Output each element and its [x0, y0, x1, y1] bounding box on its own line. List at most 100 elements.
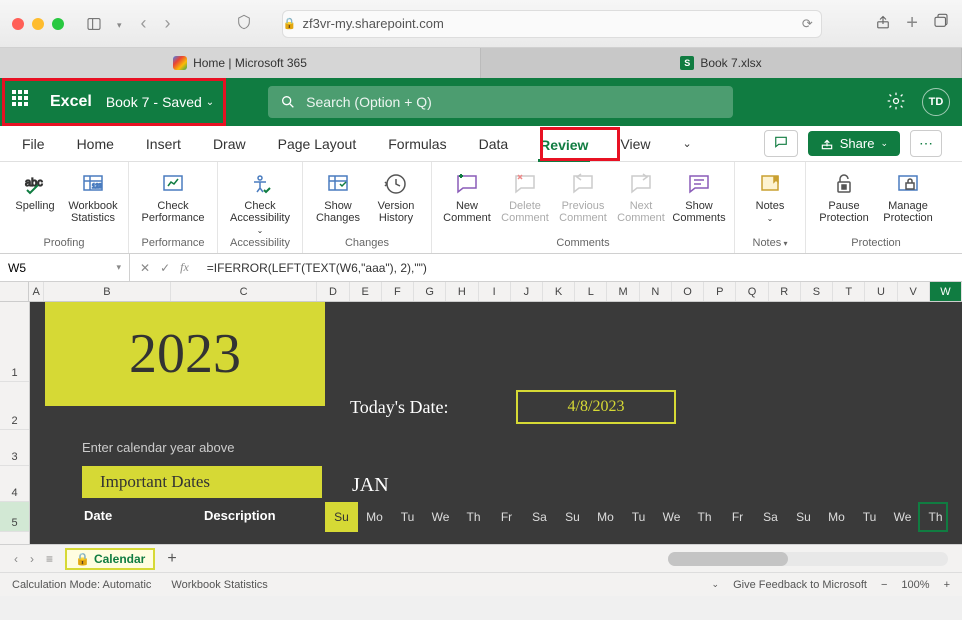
cell-area[interactable]: 2023 Today's Date: 4/8/2023 Enter calend…	[30, 302, 962, 544]
row-header[interactable]: 4	[0, 466, 29, 502]
row-header[interactable]: 2	[0, 382, 29, 430]
col-header[interactable]: T	[833, 282, 865, 301]
search-bar[interactable]	[268, 86, 733, 118]
show-changes-button[interactable]: Show Changes	[311, 166, 365, 235]
accept-formula-icon[interactable]: ✓	[160, 261, 170, 275]
back-button[interactable]: ‹	[134, 13, 154, 34]
col-header[interactable]: K	[543, 282, 575, 301]
tab-data[interactable]: Data	[477, 132, 511, 156]
row-header[interactable]: 1	[0, 302, 29, 382]
day-header[interactable]: Th	[688, 502, 721, 532]
day-header[interactable]: We	[655, 502, 688, 532]
col-header[interactable]: J	[511, 282, 543, 301]
col-header[interactable]: F	[382, 282, 414, 301]
share-icon[interactable]	[874, 12, 892, 35]
tab-page-layout[interactable]: Page Layout	[276, 132, 359, 156]
col-header[interactable]: D	[317, 282, 349, 301]
day-header[interactable]: Sa	[754, 502, 787, 532]
feedback-link[interactable]: Give Feedback to Microsoft	[733, 579, 867, 591]
maximize-window[interactable]	[52, 18, 64, 30]
pause-protection-button[interactable]: Pause Protection	[814, 166, 874, 235]
comments-pane-toggle[interactable]	[764, 130, 798, 157]
col-header[interactable]: H	[446, 282, 478, 301]
version-history-button[interactable]: Version History	[369, 166, 423, 235]
cancel-formula-icon[interactable]: ✕	[140, 261, 150, 275]
col-header[interactable]: A	[29, 282, 44, 301]
col-header[interactable]: M	[607, 282, 639, 301]
search-input[interactable]	[306, 94, 487, 110]
horizontal-scrollbar[interactable]	[668, 552, 948, 566]
col-header[interactable]: V	[898, 282, 930, 301]
col-header[interactable]: C	[171, 282, 317, 301]
workbook-stats-button[interactable]: 123 Workbook Statistics	[66, 166, 120, 235]
tab-home[interactable]: Home	[75, 132, 116, 156]
day-header[interactable]: Mo	[589, 502, 622, 532]
check-performance-button[interactable]: Check Performance	[137, 166, 209, 235]
day-header[interactable]: Sa	[523, 502, 556, 532]
tab-formulas[interactable]: Formulas	[386, 132, 448, 156]
settings-icon[interactable]	[886, 91, 906, 114]
document-title[interactable]: Book 7 - Saved ⌄	[106, 94, 214, 110]
tab-view[interactable]: View	[618, 132, 652, 156]
day-header[interactable]: Mo	[358, 502, 391, 532]
browser-tab-book7[interactable]: S Book 7.xlsx	[481, 48, 962, 78]
manage-protection-button[interactable]: Manage Protection	[878, 166, 938, 235]
share-button[interactable]: Share ⌄	[808, 131, 900, 156]
day-header[interactable]: Fr	[490, 502, 523, 532]
new-comment-button[interactable]: New Comment	[440, 166, 494, 235]
address-bar[interactable]: 🔒 zf3vr-my.sharepoint.com ⟳	[282, 10, 822, 38]
tab-review[interactable]: Review	[538, 133, 590, 162]
chevron-down-icon[interactable]: ⌄	[712, 579, 720, 590]
col-header[interactable]: P	[704, 282, 736, 301]
add-sheet-button[interactable]: +	[167, 550, 176, 568]
calc-mode[interactable]: Calculation Mode: Automatic	[12, 579, 151, 591]
ribbon-overflow[interactable]: ⋯	[910, 130, 942, 157]
day-header[interactable]: Su	[325, 502, 358, 532]
forward-button[interactable]: ›	[158, 13, 178, 34]
all-sheets-icon[interactable]: ≡	[46, 552, 53, 566]
tab-more[interactable]: ⌄	[681, 133, 694, 154]
col-header-active[interactable]: W	[930, 282, 962, 301]
day-header[interactable]: Mo	[820, 502, 853, 532]
new-tab-icon[interactable]: +	[906, 12, 918, 35]
day-header[interactable]: Su	[787, 502, 820, 532]
col-header[interactable]: I	[479, 282, 511, 301]
formula-input[interactable]: =IFERROR(LEFT(TEXT(W6,"aaa"), 2),"")	[199, 261, 962, 275]
group-label[interactable]: Notes	[743, 235, 797, 251]
day-header[interactable]: Fr	[721, 502, 754, 532]
select-all-corner[interactable]	[0, 282, 29, 301]
zoom-level[interactable]: 100%	[901, 579, 929, 591]
col-header[interactable]: B	[44, 282, 171, 301]
col-header[interactable]: E	[350, 282, 382, 301]
year-cell[interactable]: 2023	[45, 302, 325, 406]
close-window[interactable]	[12, 18, 24, 30]
check-accessibility-button[interactable]: Check Accessibility ⌄	[226, 166, 294, 235]
col-header[interactable]: Q	[736, 282, 768, 301]
show-comments-button[interactable]: Show Comments	[672, 166, 726, 235]
col-header[interactable]: S	[801, 282, 833, 301]
notes-button[interactable]: Notes ⌄	[743, 166, 797, 235]
sheet-tab-calendar[interactable]: 🔒 Calendar	[65, 548, 155, 570]
col-header[interactable]: O	[672, 282, 704, 301]
browser-tab-home[interactable]: Home | Microsoft 365	[0, 48, 481, 78]
tab-file[interactable]: File	[20, 132, 47, 156]
day-header[interactable]: Tu	[391, 502, 424, 532]
row-header-active[interactable]: 5	[0, 502, 29, 532]
sidebar-icon[interactable]	[82, 12, 106, 36]
day-header[interactable]: Tu	[853, 502, 886, 532]
minimize-window[interactable]	[32, 18, 44, 30]
col-header[interactable]: L	[575, 282, 607, 301]
spreadsheet-grid[interactable]: A B C D E F G H I J K L M N O P Q R S T …	[0, 282, 962, 544]
privacy-shield-icon[interactable]	[236, 14, 252, 33]
name-box[interactable]: W5 ▾	[0, 254, 130, 281]
col-header[interactable]: N	[640, 282, 672, 301]
col-header[interactable]: G	[414, 282, 446, 301]
user-avatar[interactable]: TD	[922, 88, 950, 116]
spelling-button[interactable]: abc Spelling	[8, 166, 62, 235]
col-header[interactable]: R	[769, 282, 801, 301]
tabs-icon[interactable]	[932, 12, 950, 35]
day-header[interactable]: We	[886, 502, 919, 532]
row-header[interactable]: 3	[0, 430, 29, 466]
reload-icon[interactable]: ⟳	[802, 16, 813, 32]
fx-icon[interactable]: fx	[180, 260, 189, 275]
